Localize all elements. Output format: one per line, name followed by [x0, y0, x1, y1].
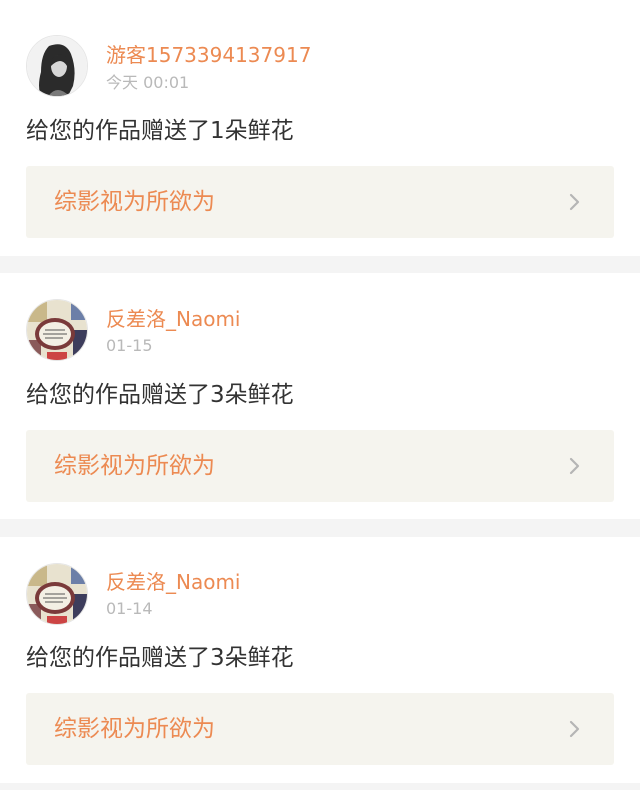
chevron-right-icon	[569, 193, 580, 211]
username[interactable]: 反差洛_Naomi	[106, 570, 241, 594]
timestamp: 今天 00:01	[106, 73, 190, 92]
gift-message: 给您的作品赠送了3朵鲜花	[26, 382, 294, 408]
notification-card: 反差洛_Naomi 01-14 给您的作品赠送了3朵鲜花 综影视为所欲为	[0, 537, 640, 783]
cartoon-collage-avatar-icon	[27, 300, 87, 360]
gift-message: 给您的作品赠送了3朵鲜花	[26, 645, 294, 671]
username[interactable]: 游客1573394137917	[106, 43, 311, 67]
username[interactable]: 反差洛_Naomi	[106, 307, 241, 331]
chevron-right-icon	[569, 720, 580, 738]
work-link-button[interactable]: 综影视为所欲为	[26, 693, 614, 765]
user-avatar[interactable]	[26, 563, 88, 625]
work-title: 综影视为所欲为	[54, 453, 215, 479]
user-avatar[interactable]	[26, 299, 88, 361]
work-title: 综影视为所欲为	[54, 716, 215, 742]
notification-page: 游客1573394137917 今天 00:01 给您的作品赠送了1朵鲜花 综影…	[0, 0, 640, 790]
girl-portrait-avatar-icon	[27, 36, 87, 96]
work-link-button[interactable]: 综影视为所欲为	[26, 430, 614, 502]
timestamp: 01-14	[106, 599, 153, 618]
user-avatar[interactable]	[26, 35, 88, 97]
chevron-right-icon	[569, 457, 580, 475]
work-link-button[interactable]: 综影视为所欲为	[26, 166, 614, 238]
notification-card: 游客1573394137917 今天 00:01 给您的作品赠送了1朵鲜花 综影…	[0, 0, 640, 256]
work-title: 综影视为所欲为	[54, 189, 215, 215]
gift-message: 给您的作品赠送了1朵鲜花	[26, 118, 294, 144]
cartoon-collage-avatar-icon	[27, 564, 87, 624]
notification-card: 反差洛_Naomi 01-15 给您的作品赠送了3朵鲜花 综影视为所欲为	[0, 273, 640, 519]
timestamp: 01-15	[106, 336, 153, 355]
